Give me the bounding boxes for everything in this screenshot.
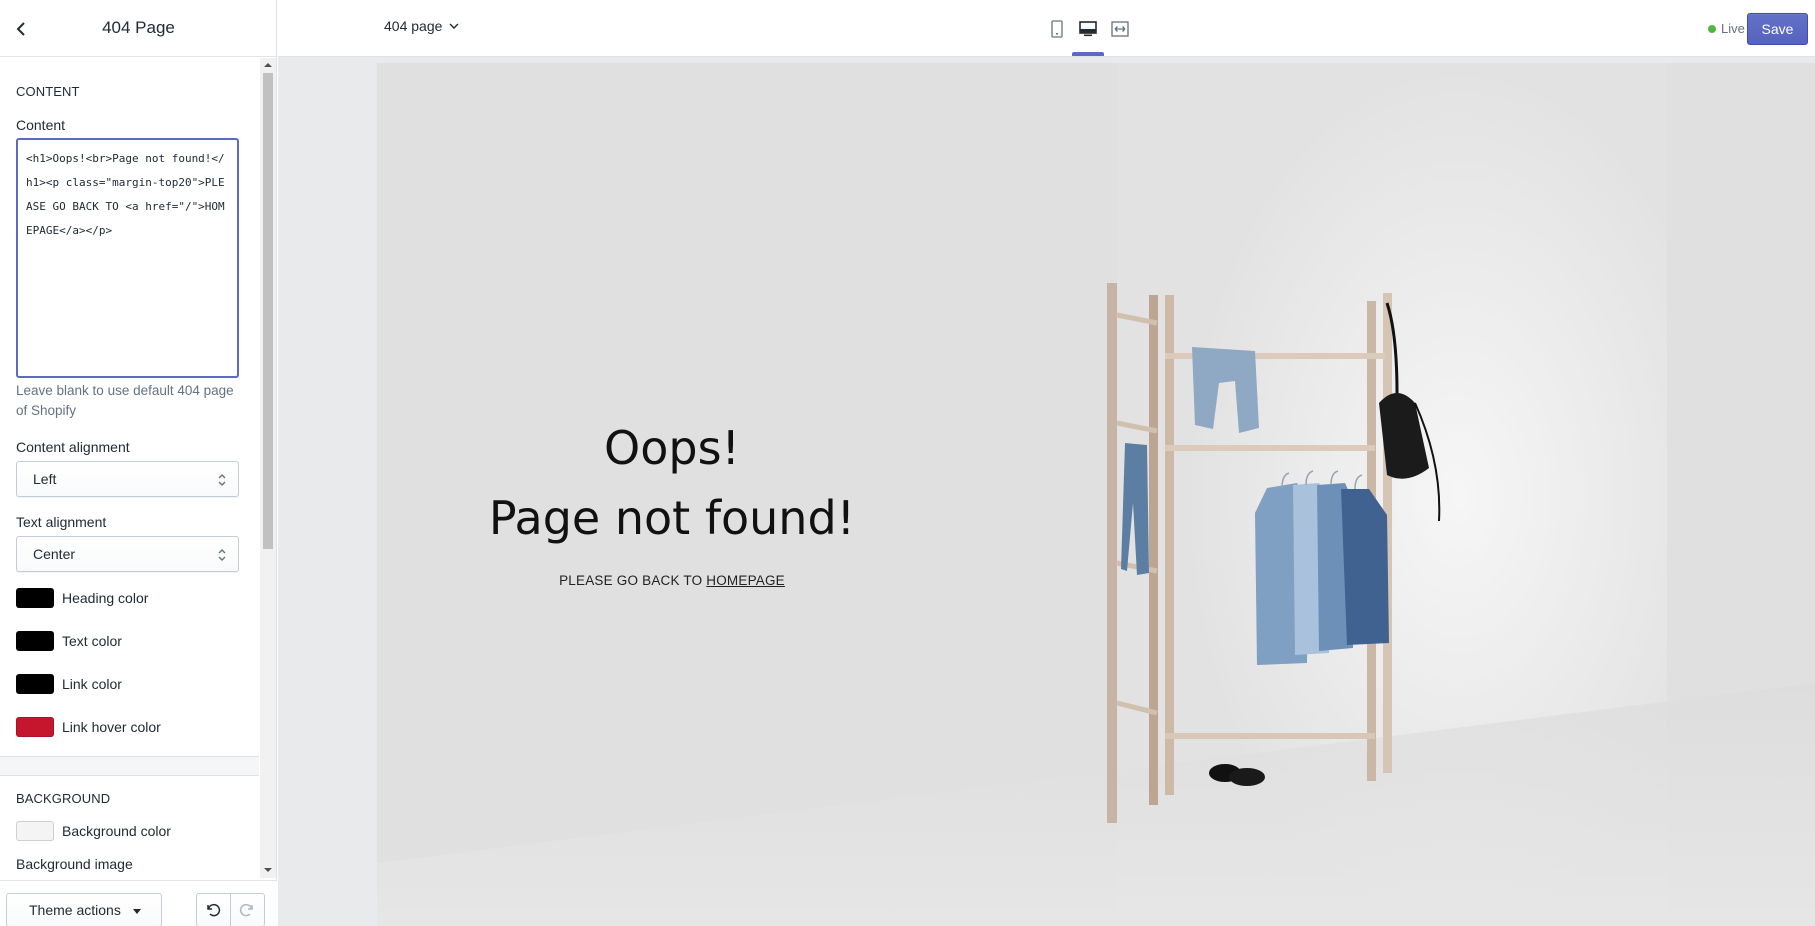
go-back-label: PLEASE GO BACK TO (559, 573, 703, 588)
sidebar-title: 404 Page (102, 18, 175, 37)
text-alignment-label: Text alignment (16, 514, 107, 530)
preview-frame-area: Oops! Page not found! PLEASE GO BACK TO … (278, 57, 1815, 926)
background-color-picker[interactable]: Background color (16, 820, 171, 842)
select-arrows-icon (218, 474, 226, 486)
section-title-background: BACKGROUND (16, 791, 111, 806)
active-device-indicator (1072, 52, 1104, 56)
live-status: Live (1708, 21, 1745, 36)
heading-line: Oops! (604, 421, 740, 475)
clothing-rack-image (1107, 283, 1441, 823)
color-label: Heading color (62, 590, 149, 606)
section-gap (0, 757, 259, 775)
homepage-link[interactable]: HOMEPAGE (706, 573, 785, 588)
color-label: Link hover color (62, 719, 161, 735)
color-swatch (16, 717, 54, 737)
text-alignment-value: Center (33, 546, 76, 562)
content-code-textarea[interactable]: <h1>Oops!<br>Page not found!</h1><p clas… (16, 138, 239, 378)
live-status-dot (1708, 24, 1716, 33)
desktop-view-button[interactable] (1074, 16, 1102, 42)
sidebar-scrollbar[interactable] (260, 58, 276, 878)
undo-icon (207, 903, 221, 917)
page-selector[interactable]: 404 page (384, 18, 459, 34)
content-help-text: Leave blank to use default 404 page of S… (16, 383, 234, 418)
theme-actions-label: Theme actions (29, 902, 121, 918)
go-back-text: PLEASE GO BACK TO HOMEPAGE (457, 573, 887, 588)
heading-line: Page not found! (488, 491, 856, 545)
link-hover-color-picker[interactable]: Link hover color (16, 716, 161, 738)
select-arrows-icon (218, 549, 226, 561)
redo-button[interactable] (231, 894, 265, 926)
content-alignment-select[interactable]: Left (16, 461, 239, 497)
undo-button[interactable] (197, 894, 231, 926)
color-swatch (16, 821, 54, 841)
color-swatch (16, 588, 54, 608)
mobile-icon (1051, 20, 1063, 38)
fullscreen-view-button[interactable] (1106, 16, 1134, 42)
scroll-thumb[interactable] (263, 73, 273, 549)
chevron-down-icon (449, 23, 459, 29)
fullscreen-icon (1111, 21, 1129, 37)
color-label: Link color (62, 676, 122, 692)
mobile-view-button[interactable] (1043, 16, 1071, 42)
heading-color-picker[interactable]: Heading color (16, 587, 148, 609)
theme-actions-button[interactable]: Theme actions (6, 893, 162, 926)
text-alignment-select[interactable]: Center (16, 536, 239, 572)
color-swatch (16, 674, 54, 694)
caret-down-icon (133, 909, 141, 914)
scroll-up-icon[interactable] (264, 61, 272, 69)
store-preview: Oops! Page not found! PLEASE GO BACK TO … (377, 63, 1815, 926)
save-button[interactable]: Save (1747, 13, 1808, 45)
section-title-content: CONTENT (16, 84, 80, 99)
link-color-picker[interactable]: Link color (16, 673, 122, 695)
page-selector-label: 404 page (384, 18, 443, 34)
live-status-label: Live (1721, 21, 1745, 36)
section-divider (0, 775, 259, 776)
desktop-icon (1079, 21, 1097, 37)
sidebar-footer: Theme actions (0, 880, 277, 926)
color-swatch (16, 631, 54, 651)
sidebar-settings-panel: CONTENT Content <h1>Oops!<br>Page not fo… (0, 58, 259, 880)
background-image-label: Background image (16, 856, 133, 872)
content-label: Content (16, 117, 66, 133)
redo-icon (240, 903, 253, 917)
content-alignment-label: Content alignment (16, 439, 130, 455)
not-found-message: Oops! Page not found! PLEASE GO BACK TO … (457, 413, 887, 588)
scroll-down-icon[interactable] (264, 866, 272, 874)
content-alignment-value: Left (33, 471, 57, 487)
color-label: Background color (62, 823, 171, 839)
undo-redo-group (196, 893, 265, 926)
sidebar-header: 404 Page (0, 0, 277, 57)
theme-editor-sidebar: 404 Page CONTENT Content <h1>Oops!<br>Pa… (0, 0, 277, 926)
not-found-heading: Oops! Page not found! (457, 413, 887, 553)
editor-topbar: 404 page Live Save (278, 0, 1815, 57)
text-color-picker[interactable]: Text color (16, 630, 122, 652)
color-label: Text color (62, 633, 122, 649)
